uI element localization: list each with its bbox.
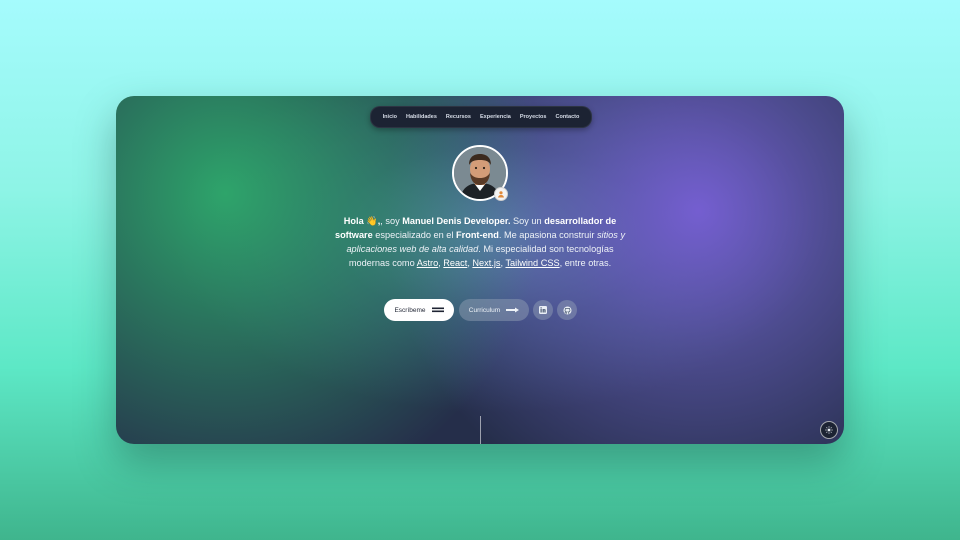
top-nav: Inicio Habilidades Recursos Experiencia … [370,106,592,128]
github-button[interactable] [557,300,577,320]
nav-item-contacto[interactable]: Contacto [555,114,579,120]
cv-button-label: Curriculum [468,306,501,314]
developer-area: Front-end [456,230,499,240]
developer-name: Manuel Denis Developer. [402,216,511,226]
bio-segment: , entre otras. [559,258,612,268]
tech-link-react[interactable]: React [443,258,467,268]
tech-link-nextjs[interactable]: Next.js [472,258,500,268]
contact-button[interactable]: Escríbeme [384,299,454,321]
bio-segment: especializado en el [372,230,457,240]
theme-toggle-button[interactable] [820,421,838,439]
github-icon [563,306,571,314]
arrow-right-icon [506,307,520,313]
linkedin-icon [539,306,547,314]
contact-button-label: Escríbeme [394,306,426,314]
tech-link-tailwind[interactable]: Tailwind CSS [505,258,559,268]
wave-emoji: 👋 [366,216,378,226]
nav-item-inicio[interactable]: Inicio [383,114,397,120]
theme-toggle-icon [825,426,833,434]
nav-item-recursos[interactable]: Recursos [446,114,471,120]
profile-avatar [452,145,508,201]
bio-text: Hola 👋,, soy Manuel Denis Developer. Soy… [334,214,626,270]
action-buttons: Escríbeme Curriculum [384,299,584,321]
nav-item-proyectos[interactable]: Proyectos [520,114,547,120]
hero-card: Inicio Habilidades Recursos Experiencia … [116,96,844,444]
cv-button[interactable]: Curriculum [459,299,529,321]
bio-segment: . Me apasiona construir [498,230,597,240]
scroll-divider [480,416,481,444]
linkedin-button[interactable] [533,300,553,320]
greeting: Hola [343,216,364,226]
mail-icon [431,307,444,313]
nav-item-habilidades[interactable]: Habilidades [406,114,437,120]
nav-item-experiencia[interactable]: Experiencia [480,114,511,120]
bio-segment: Soy un [510,216,545,226]
tech-link-astro[interactable]: Astro [417,258,438,268]
bio-segment: , soy [380,216,403,226]
user-badge-icon [494,187,508,201]
